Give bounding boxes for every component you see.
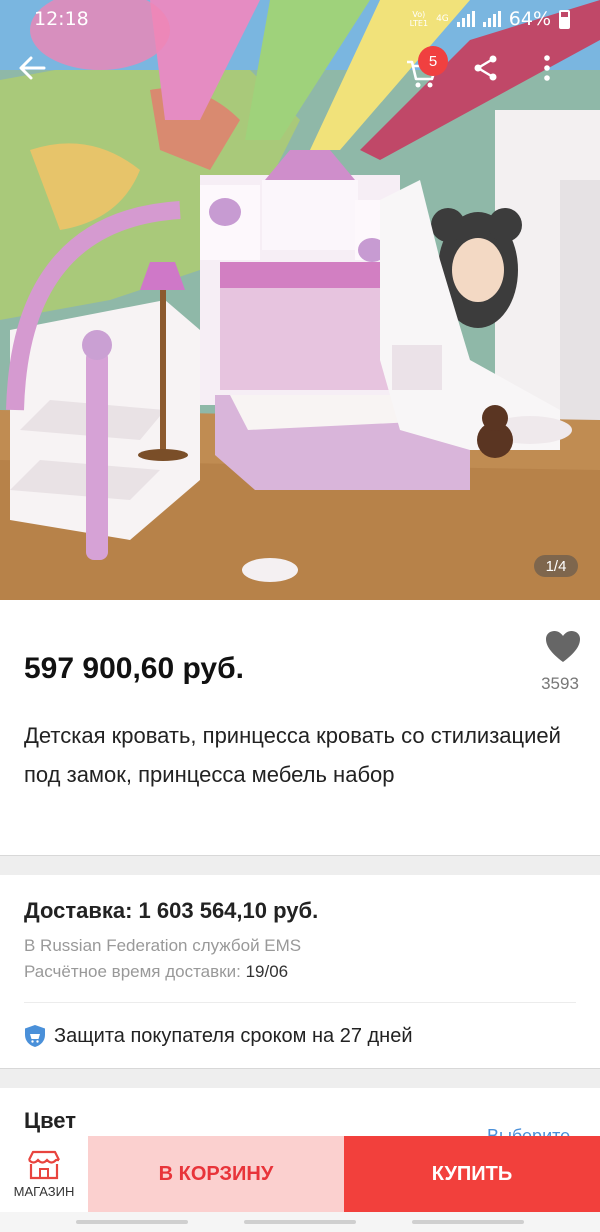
status-time: 12:18 [34,8,89,30]
buyer-protection-text: Защита покупателя сроком на 27 дней [54,1024,413,1047]
signal-2-icon [482,11,501,27]
more-options-button[interactable] [542,54,586,98]
store-label: МАГАЗИН [13,1183,75,1199]
system-nav-strip [0,1212,600,1232]
wishlist-count: 3593 [541,674,579,693]
more-vertical-icon [544,55,550,81]
shipping-eta-value: 19/06 [245,962,289,981]
status-bar: 12:18 Vo) LTE1 4G 64% [0,0,600,38]
battery-icon [559,9,570,29]
product-image[interactable]: 12:18 Vo) LTE1 4G 64% 5 1/4 [0,0,600,600]
share-icon [474,55,497,81]
section-divider-2 [0,1068,600,1088]
buy-now-button[interactable]: КУПИТЬ [344,1136,600,1212]
image-counter: 1/4 [534,555,578,577]
product-price: 597 900,60 руб. [24,652,244,685]
section-divider [0,855,600,875]
cart-badge: 5 [418,46,448,76]
4g-label: 4G [436,14,449,24]
network-indicator: Vo) LTE1 [410,10,428,28]
thin-divider [24,1002,576,1003]
arrow-left-icon [19,56,46,80]
shipping-title[interactable]: Доставка: 1 603 564,10 руб. [24,898,318,924]
back-button[interactable] [18,54,62,98]
share-button[interactable] [472,54,516,98]
shipping-eta-label: Расчётное время доставки: [24,962,241,981]
lte-label: LTE1 [409,19,429,28]
shield-icon [25,1025,45,1047]
buyer-protection[interactable]: Защита покупателя сроком на 27 дней [24,1024,413,1048]
store-button[interactable]: МАГАЗИН [0,1136,88,1212]
battery-percent: 64% [508,8,551,30]
product-title: Детская кровать, принцесса кровать со ст… [24,723,561,787]
add-to-cart-button[interactable]: В КОРЗИНУ [88,1136,344,1212]
shipping-eta: Расчётное время доставки: 19/06 [24,962,288,982]
status-icons: Vo) LTE1 4G 64% [410,8,570,30]
heart-icon [546,631,580,662]
shipping-method: В Russian Federation службой EMS [24,936,302,955]
bottom-action-bar: МАГАЗИН В КОРЗИНУ КУПИТЬ [0,1136,600,1212]
volte-label: Vo) [412,10,426,19]
signal-icon [456,11,475,27]
color-label: Цвет [24,1108,77,1133]
wishlist-button[interactable] [543,628,583,668]
store-icon [28,1150,60,1179]
